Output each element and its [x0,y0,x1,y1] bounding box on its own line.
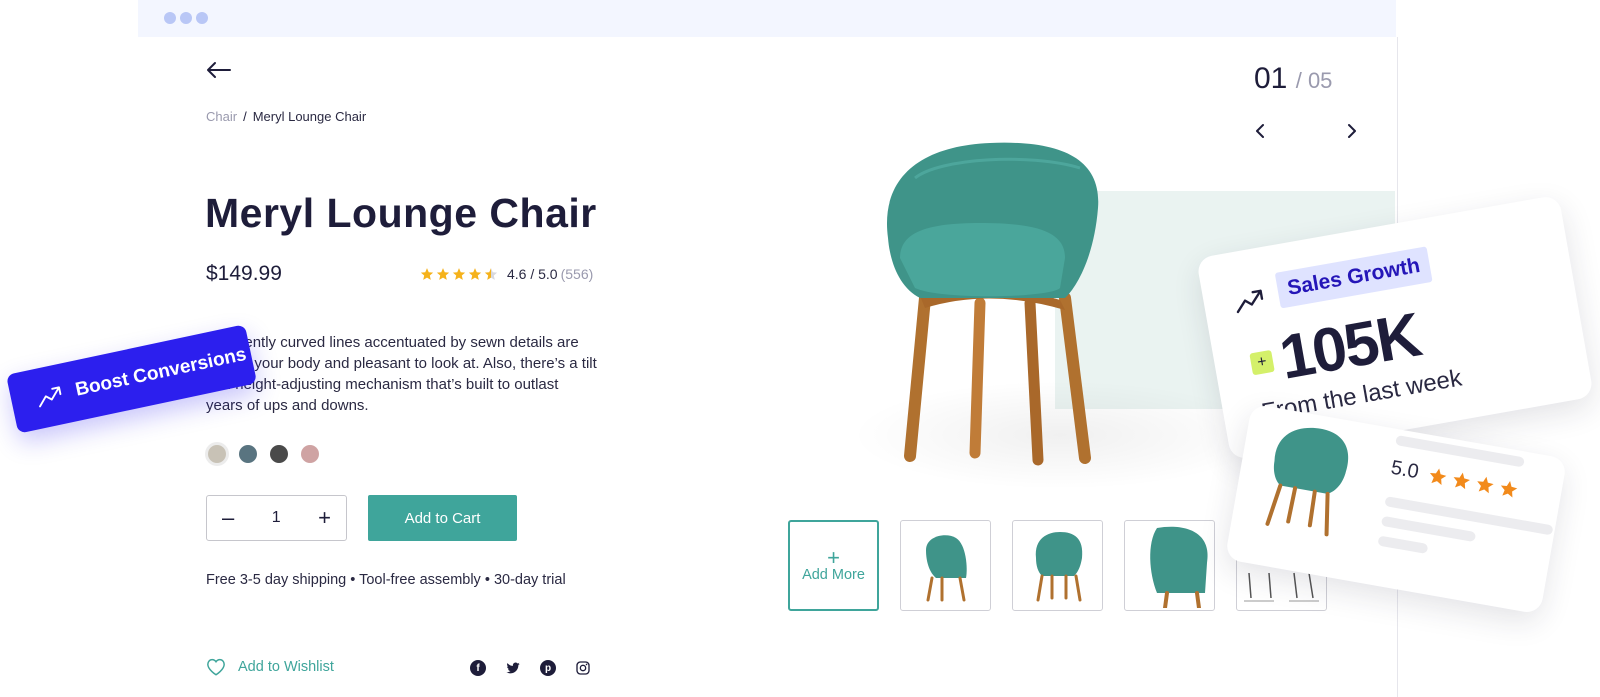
boost-conversions-badge: Boost Conversions [6,324,258,434]
browser-title-bar [138,0,1396,37]
breadcrumb-separator: / [243,109,247,124]
half-star-icon [484,268,498,280]
color-swatches [208,445,319,463]
add-to-cart-button[interactable]: Add to Cart [368,495,517,541]
window-dot [180,12,192,24]
add-more-label: Add More [802,566,865,583]
plus-badge-icon: + [1249,349,1275,376]
breadcrumb-current: Meryl Lounge Chair [252,109,367,124]
star-icon [420,268,434,280]
twitter-icon[interactable] [505,660,521,676]
window-dot [196,12,208,24]
star-icon [468,268,482,280]
page: Chair / Meryl Lounge Chair Meryl Lounge Ch… [0,0,1600,697]
thumbnail-side-view[interactable] [900,520,991,611]
review-chair-image [1265,427,1349,537]
placeholder-line [1377,535,1429,555]
review-stars [1427,465,1520,500]
add-more-thumbnail-button[interactable]: + Add More [788,520,879,611]
breadcrumb-link-chair[interactable]: Chair [206,109,237,124]
color-swatch-charcoal[interactable] [270,445,288,463]
product-rating: 4.6 / 5.0 (556) [420,266,593,282]
chair-thumbnail-image [1150,526,1208,608]
product-description: The gently curved lines accentuated by s… [206,334,597,414]
chevron-left-icon[interactable] [1252,122,1270,140]
gallery-current-index: 01 [1254,62,1288,95]
facebook-icon[interactable]: f [470,660,486,676]
thumbnail-front-view[interactable] [1012,520,1103,611]
plus-icon: + [827,544,840,570]
quantity-stepper: – 1 + [206,495,347,541]
rating-stars [420,267,498,281]
back-arrow-icon[interactable] [204,58,234,82]
chair-thumbnail-image [1035,532,1082,602]
review-score: 5.0 [1389,456,1421,484]
pinterest-icon[interactable]: p [540,660,556,676]
star-icon [452,268,466,280]
color-swatch-beige[interactable] [208,445,226,463]
gallery-counter: 01 / 05 [1254,62,1332,96]
decrease-quantity-button[interactable]: – [222,507,234,529]
thumbnail-detail-view[interactable] [1124,520,1215,611]
product-title: Meryl Lounge Chair [205,190,597,236]
trending-up-icon [39,386,62,408]
star-icon [1500,480,1518,498]
chevron-right-icon[interactable] [1342,122,1360,140]
instagram-icon[interactable] [575,660,591,676]
gallery-total: / 05 [1295,68,1333,93]
product-price: $149.99 [206,262,282,285]
color-swatch-slate[interactable] [239,445,257,463]
star-icon [1429,468,1447,485]
wishlist-label: Add to Wishlist [238,659,334,675]
trending-up-icon [1236,289,1264,314]
window-dot [164,12,176,24]
add-to-wishlist-button[interactable]: Add to Wishlist [206,658,334,676]
increase-quantity-button[interactable]: + [318,507,331,529]
rating-count[interactable]: (556) [561,266,594,282]
chair-thumbnail-image [925,535,967,602]
quantity-value[interactable]: 1 [272,509,281,527]
star-icon [1477,476,1494,494]
social-share: f p [470,660,591,676]
breadcrumb: Chair / Meryl Lounge Chair [206,109,366,124]
heart-icon [207,658,225,676]
product-image-chair [886,142,1099,466]
star-icon [436,268,450,280]
rating-value: 4.6 / 5.0 [507,266,558,282]
color-swatch-rose[interactable] [301,445,319,463]
shipping-info: Free 3-5 day shipping • Tool-free assemb… [206,572,566,588]
star-icon [1453,472,1470,490]
